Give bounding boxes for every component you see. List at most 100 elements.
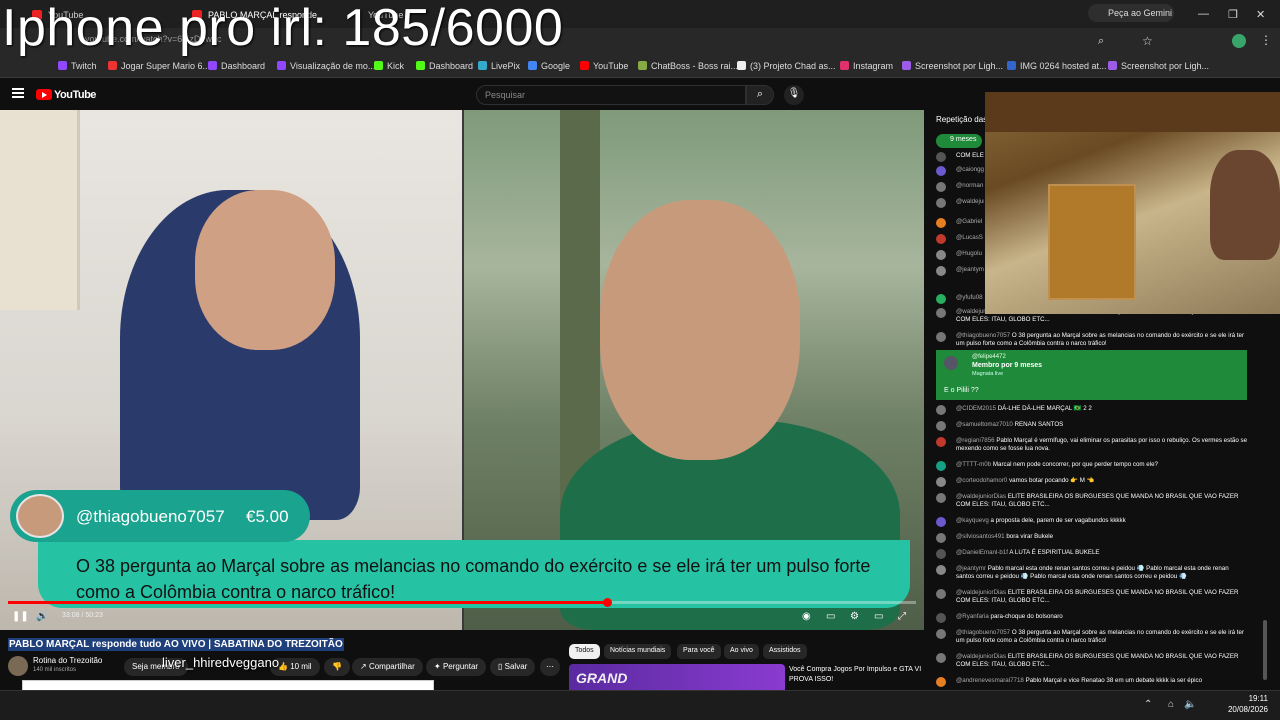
chat-username[interactable]: @CIDEM2015 [956, 405, 996, 412]
ask-button[interactable]: ✦ Perguntar [426, 658, 487, 676]
more-actions-button[interactable]: ⋯ [540, 658, 560, 676]
chat-avatar[interactable] [936, 308, 946, 318]
chat-avatar[interactable] [936, 565, 946, 575]
chat-username[interactable]: @waldejuniorDias [956, 589, 1006, 596]
settings-icon[interactable]: ⚙ [850, 611, 859, 622]
chat-username[interactable]: @Gabriel [956, 218, 982, 225]
mic-icon[interactable]: 🎙 [784, 85, 804, 105]
zoom-icon[interactable]: ⌕ [1098, 35, 1104, 48]
chat-avatar[interactable] [936, 294, 946, 304]
chip-assistidos[interactable]: Assistidos [763, 644, 807, 659]
chat-username[interactable]: @silviosantos491 [956, 533, 1005, 540]
pause-icon[interactable]: ❚❚ [12, 611, 29, 622]
chat-avatar[interactable] [936, 461, 946, 471]
chat-username[interactable]: @waldejum [956, 198, 984, 205]
chat-username[interactable]: @Hugolu [956, 250, 982, 257]
chat-avatar[interactable] [936, 266, 946, 276]
chat-username[interactable]: @regiani7856 [956, 437, 995, 444]
volume-tray-icon[interactable]: 🔈 [1184, 699, 1196, 710]
bookmark-item[interactable]: Screenshot por Ligh... [902, 61, 1003, 71]
chat-avatar[interactable] [936, 653, 946, 663]
chat-username[interactable]: @LucasS [956, 234, 983, 241]
search-input[interactable]: Pesquisar [476, 85, 746, 105]
chip-noticias[interactable]: Notícias mundiais [604, 644, 672, 659]
chat-avatar[interactable] [936, 613, 946, 623]
gemini-button[interactable]: Peça ao Gemini [1088, 4, 1174, 22]
chat-username[interactable]: @andrenevesmaral7718 [956, 677, 1024, 684]
volume-icon[interactable]: 🔊 [36, 611, 48, 622]
channel-name[interactable]: Rotina do Trezoitão [33, 656, 102, 665]
chat-username[interactable]: @yfufu08 [956, 294, 983, 301]
chat-avatar[interactable] [936, 405, 946, 415]
bookmark-item[interactable]: IMG 0264 hosted at... [1007, 61, 1107, 71]
profile-avatar[interactable] [1232, 34, 1246, 48]
chat-avatar[interactable] [936, 677, 946, 687]
chat-avatar[interactable] [936, 589, 946, 599]
bookmark-item[interactable]: Visualização de mo... [277, 61, 375, 71]
bookmark-item[interactable]: Instagram [840, 61, 893, 71]
chat-avatar[interactable] [936, 218, 946, 228]
chat-avatar[interactable] [936, 166, 946, 176]
bookmark-item[interactable]: Google [528, 61, 570, 71]
chat-avatar[interactable] [936, 332, 946, 342]
chip-para-voce[interactable]: Para você [677, 644, 721, 659]
chevron-up-icon[interactable]: ⌃ [1144, 699, 1152, 710]
chat-avatar[interactable] [936, 629, 946, 639]
bookmark-item[interactable]: LivePix [478, 61, 520, 71]
chat-avatar[interactable] [936, 437, 946, 447]
minimize-icon[interactable]: — [1198, 8, 1209, 20]
autoplay-toggle[interactable]: ◉ [802, 611, 811, 622]
chat-avatar[interactable] [936, 421, 946, 431]
youtube-logo-icon[interactable] [36, 89, 52, 100]
chat-username[interactable]: @corteodohamor0 [956, 477, 1007, 484]
chat-username[interactable]: @waldejuniorDias [956, 653, 1006, 660]
menu-icon[interactable] [12, 88, 24, 98]
bookmark-item[interactable]: (3) Projeto Chad as... [737, 61, 836, 71]
maximize-icon[interactable]: ❐ [1228, 8, 1238, 21]
chip-ao-vivo[interactable]: Ao vivo [724, 644, 759, 659]
recommendation-title[interactable]: Você Compra Jogos Por Impulso e GTA VI P… [789, 665, 924, 685]
more-icon[interactable]: ⋮ [1260, 33, 1272, 47]
chat-username[interactable]: @norman [956, 182, 983, 189]
chat-avatar[interactable] [936, 234, 946, 244]
bookmark-item[interactable]: Screenshot por Ligh... [1108, 61, 1209, 71]
chat-username[interactable]: @thiagobueno7057 [956, 332, 1010, 339]
share-button[interactable]: ↗ Compartilhar [352, 658, 423, 676]
chat-avatar[interactable] [936, 152, 946, 162]
bookmark-item[interactable]: Kick [374, 61, 404, 71]
chat-username[interactable]: @jeantymr [956, 565, 986, 572]
chat-avatar[interactable] [936, 517, 946, 527]
theater-icon[interactable]: ▭ [874, 611, 883, 622]
chat-avatar[interactable] [936, 493, 946, 503]
fullscreen-icon[interactable]: ⤢ [898, 611, 906, 622]
chat-username[interactable]: @caiongg [956, 166, 984, 173]
save-button[interactable]: ▯ Salvar [490, 658, 536, 676]
chat-username[interactable]: @kayquevg [956, 517, 989, 524]
chat-username[interactable]: @DanielEmanl-b1f [956, 549, 1008, 556]
chat-username[interactable]: @samueltomaz7010 [956, 421, 1013, 428]
chat-avatar[interactable] [936, 198, 946, 208]
bookmark-item[interactable]: YouTube [580, 61, 628, 71]
chat-avatar[interactable] [936, 533, 946, 543]
chat-username[interactable]: @TTTT-m0b [956, 461, 991, 468]
chat-username[interactable]: @thiagobueno7057 [956, 629, 1010, 636]
channel-avatar[interactable] [8, 656, 28, 676]
bookmark-item[interactable]: ChatBoss - Boss rai... [638, 61, 738, 71]
chip-todos[interactable]: Todos [569, 644, 600, 659]
bookmark-item[interactable]: Dashboard [416, 61, 473, 71]
subtitles-icon[interactable]: ▭ [826, 611, 835, 622]
close-icon[interactable]: ✕ [1256, 8, 1265, 21]
network-icon[interactable]: ⌂ [1168, 699, 1174, 710]
chat-avatar[interactable] [936, 549, 946, 559]
bookmark-item[interactable]: Dashboard [208, 61, 265, 71]
chat-username[interactable]: @jeantymr [956, 266, 984, 273]
search-icon[interactable]: ⌕ [746, 85, 774, 105]
bookmark-star-icon[interactable]: ☆ [1142, 34, 1153, 48]
chat-scrollbar[interactable] [1263, 620, 1267, 680]
chat-username[interactable]: @Ryanfaria [956, 613, 989, 620]
dislike-button[interactable]: 👎 [324, 658, 350, 676]
bookmark-item[interactable]: Jogar Super Mario 6... [108, 61, 210, 71]
chat-avatar[interactable] [936, 477, 946, 487]
chat-avatar[interactable] [936, 182, 946, 192]
chat-username[interactable]: @waldejuniorDias [956, 493, 1006, 500]
